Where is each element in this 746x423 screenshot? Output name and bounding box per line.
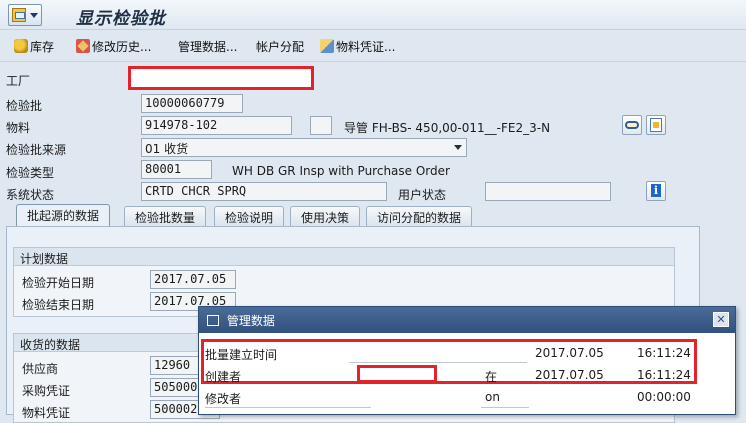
dialog-icon (207, 315, 219, 326)
document-button[interactable] (646, 115, 666, 135)
start-date-field[interactable]: 2017.07.05 (150, 270, 236, 289)
user-status-label: 用户状态 (398, 188, 447, 202)
tab-lot-origin-data[interactable]: 批起源的数据 (16, 204, 111, 226)
origin-select[interactable]: 01 收货 (141, 138, 467, 157)
info-icon: i (651, 184, 661, 197)
row-line (481, 407, 529, 408)
material-doc-label: 物料凭证 (22, 406, 71, 420)
changed-by-row: 修改者 on 00:00:00 (199, 388, 735, 410)
origin-select-value: 01 收货 (145, 142, 189, 156)
display-material-button[interactable] (622, 115, 642, 135)
po-label: 采购凭证 (22, 384, 71, 398)
tab-inspection-spec[interactable]: 检验说明 (214, 206, 285, 226)
tab-lot-quantity[interactable]: 检验批数量 (124, 206, 207, 226)
material-description: 导管 FH-BS- 450,00-011__-FE2_3-N (344, 121, 551, 135)
system-menu-button[interactable] (8, 4, 42, 26)
stock-button[interactable]: 库存 (14, 37, 54, 55)
account-assignment-label: 帐户分配 (256, 39, 305, 54)
inspection-type-label: 检验类型 (6, 166, 55, 180)
material-field[interactable]: 914978-102 (141, 116, 292, 135)
plant-field-redacted[interactable] (128, 66, 314, 90)
system-status-label: 系统状态 (6, 188, 55, 202)
pencil-icon (76, 39, 90, 53)
dialog-title-bar: 管理数据 (199, 307, 735, 333)
title-bar: 显示检验批 (0, 0, 746, 30)
start-date-label: 检验开始日期 (22, 276, 95, 290)
menu-icon (12, 8, 26, 22)
stock-button-label: 库存 (30, 39, 55, 54)
glasses-icon (625, 121, 639, 129)
changed-time-value: 00:00:00 (637, 390, 691, 404)
close-icon[interactable]: ✕ (713, 312, 729, 327)
lot-label: 检验批 (6, 99, 43, 113)
material-document-label: 物料凭证... (336, 39, 396, 54)
creation-time-value: 16:11:24 (637, 346, 691, 360)
plan-data-title: 计划数据 (14, 248, 674, 266)
row-line (205, 407, 371, 408)
dialog-title: 管理数据 (226, 314, 275, 328)
toolbar-divider (0, 61, 746, 62)
tab-usage-decision[interactable]: 使用决策 (290, 206, 361, 226)
admin-data-button[interactable]: 管理数据... (178, 37, 237, 55)
changed-by-label: 修改者 (205, 392, 242, 406)
origin-label: 检验批来源 (6, 143, 67, 157)
material-document-button[interactable]: 物料凭证... (320, 37, 395, 55)
creation-time-label: 批量建立时间 (205, 348, 278, 362)
created-by-label: 创建者 (205, 370, 242, 384)
vendor-label: 供应商 (22, 362, 59, 376)
user-status-field[interactable] (485, 182, 611, 201)
created-by-row: 创建者 在 2017.07.05 16:11:24 (199, 365, 735, 388)
creation-time-row: 批量建立时间 2017.07.05 16:11:24 (199, 344, 735, 366)
system-status-field[interactable]: CRTD CHCR SPRQ (141, 182, 387, 201)
chevron-down-icon (30, 13, 38, 18)
change-history-button[interactable]: 修改历史... (76, 37, 151, 55)
changed-by-on-label: on (485, 390, 500, 404)
plant-label: 工厂 (6, 74, 31, 88)
row-line (349, 362, 527, 363)
page-title: 显示检验批 (76, 9, 166, 29)
created-by-at-label: 在 (485, 370, 498, 384)
material-label: 物料 (6, 121, 31, 135)
admin-data-label: 管理数据... (178, 39, 238, 54)
document-icon (650, 118, 662, 132)
account-assignment-button[interactable]: 帐户分配 (256, 37, 304, 55)
admin-data-dialog: 管理数据 ✕ 批量建立时间 2017.07.05 16:11:24 创建者 在 … (198, 306, 736, 415)
created-by-redacted (357, 365, 437, 383)
inspection-type-description: WH DB GR Insp with Purchase Order (232, 164, 450, 178)
material-extra-field[interactable] (310, 116, 332, 135)
doc-icon (320, 39, 334, 53)
chevron-down-icon (454, 145, 462, 150)
end-date-label: 检验结束日期 (22, 298, 95, 312)
change-history-label: 修改历史... (92, 39, 152, 54)
application-toolbar: 库存 修改历史... 管理数据... 帐户分配 物料凭证... (0, 32, 746, 60)
status-info-button[interactable]: i (646, 181, 666, 201)
inspection-type-field[interactable]: 80001 (141, 160, 212, 179)
tab-assigned-data[interactable]: 访问分配的数据 (366, 206, 473, 226)
lot-field[interactable]: 10000060779 (141, 94, 243, 113)
created-date-value: 2017.07.05 (535, 368, 604, 382)
creation-date-value: 2017.07.05 (535, 346, 604, 360)
stock-icon (14, 39, 28, 53)
created-time-value: 16:11:24 (637, 368, 691, 382)
